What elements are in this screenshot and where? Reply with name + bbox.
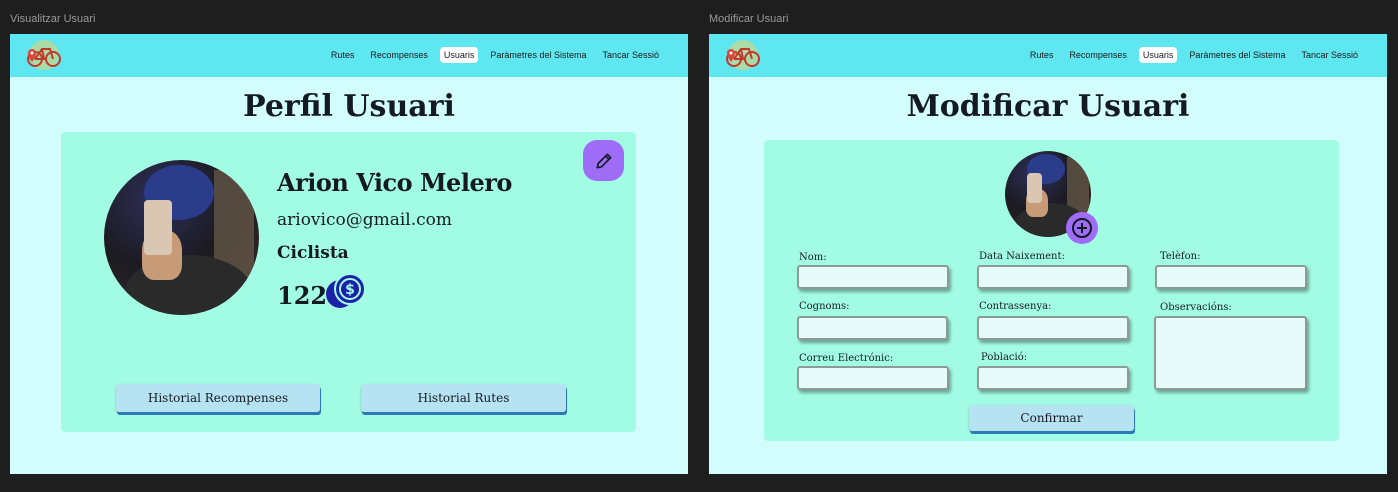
svg-text:$: $ bbox=[345, 282, 355, 298]
coins-dollar-icon: $ bbox=[326, 273, 366, 308]
nav-item-rutes[interactable]: Rutes bbox=[327, 47, 359, 63]
nom-label: Nom: bbox=[799, 252, 827, 263]
nav-item-tancar-sessio[interactable]: Tancar Sessió bbox=[1297, 47, 1362, 63]
nav-item-recompenses[interactable]: Recompenses bbox=[366, 47, 432, 63]
cognoms-label: Cognoms: bbox=[799, 301, 850, 312]
add-photo-button[interactable] bbox=[1066, 212, 1098, 244]
nav-item-usuaris[interactable]: Usuaris bbox=[439, 47, 479, 63]
nav-item-recompenses[interactable]: Recompenses bbox=[1065, 47, 1131, 63]
correu-input[interactable] bbox=[797, 366, 949, 390]
nav-menu: Rutes Recompenses Usuaris Paràmetres del… bbox=[1026, 47, 1362, 63]
nav-item-usuaris[interactable]: Usuaris bbox=[1138, 47, 1178, 63]
nav-item-parametres[interactable]: Paràmetres del Sistema bbox=[1185, 47, 1289, 63]
telefon-input[interactable] bbox=[1155, 265, 1307, 289]
nav-item-tancar-sessio[interactable]: Tancar Sessió bbox=[598, 47, 663, 63]
frame-label-edit: Modificar Usuari bbox=[709, 13, 789, 25]
rewards-history-button[interactable]: Historial Recompenses bbox=[116, 384, 320, 412]
observacions-label: Observacións: bbox=[1160, 302, 1232, 313]
nav-item-parametres[interactable]: Paràmetres del Sistema bbox=[486, 47, 590, 63]
page-title: Perfil Usuari bbox=[243, 89, 455, 124]
user-role: Ciclista bbox=[277, 243, 349, 263]
cognoms-input[interactable] bbox=[797, 316, 948, 340]
view-user-frame: Rutes Recompenses Usuaris Paràmetres del… bbox=[10, 34, 688, 474]
profile-card: Arion Vico Melero ariovico@gmail.com Cic… bbox=[61, 132, 636, 432]
observacions-textarea[interactable] bbox=[1154, 316, 1307, 390]
correu-label: Correu Electrónic: bbox=[799, 353, 894, 364]
edit-user-frame: Rutes Recompenses Usuaris Paràmetres del… bbox=[709, 34, 1387, 474]
nav-menu: Rutes Recompenses Usuaris Paràmetres del… bbox=[327, 47, 663, 63]
contrasenya-label: Contrassenya: bbox=[979, 301, 1052, 312]
nav-item-rutes[interactable]: Rutes bbox=[1026, 47, 1058, 63]
edit-card: Nom: Cognoms: Correu Electrónic: Data Na… bbox=[764, 140, 1339, 441]
bike-logo-icon[interactable] bbox=[24, 39, 64, 71]
edit-button[interactable] bbox=[583, 140, 624, 181]
poblacio-label: Població: bbox=[981, 352, 1028, 363]
contrasenya-input[interactable] bbox=[977, 316, 1129, 340]
plus-circle-icon bbox=[1072, 218, 1092, 238]
nom-input[interactable] bbox=[797, 265, 949, 289]
confirm-button[interactable]: Confirmar bbox=[969, 405, 1134, 431]
user-points: 122 bbox=[277, 281, 328, 310]
avatar bbox=[104, 160, 259, 315]
user-email: ariovico@gmail.com bbox=[277, 210, 453, 230]
frame-label-view: Visualitzar Usuari bbox=[10, 13, 96, 25]
data-naixement-label: Data Naixement: bbox=[979, 251, 1065, 262]
navbar: Rutes Recompenses Usuaris Paràmetres del… bbox=[709, 34, 1387, 77]
routes-history-button[interactable]: Historial Rutes bbox=[361, 384, 566, 412]
pencil-icon bbox=[596, 153, 611, 168]
telefon-label: Telèfon: bbox=[1160, 251, 1201, 262]
page-title: Modificar Usuari bbox=[906, 89, 1190, 124]
navbar: Rutes Recompenses Usuaris Paràmetres del… bbox=[10, 34, 688, 77]
user-name: Arion Vico Melero bbox=[277, 168, 512, 197]
data-naixement-input[interactable] bbox=[977, 265, 1129, 289]
poblacio-input[interactable] bbox=[977, 366, 1129, 390]
bike-logo-icon[interactable] bbox=[723, 39, 763, 71]
